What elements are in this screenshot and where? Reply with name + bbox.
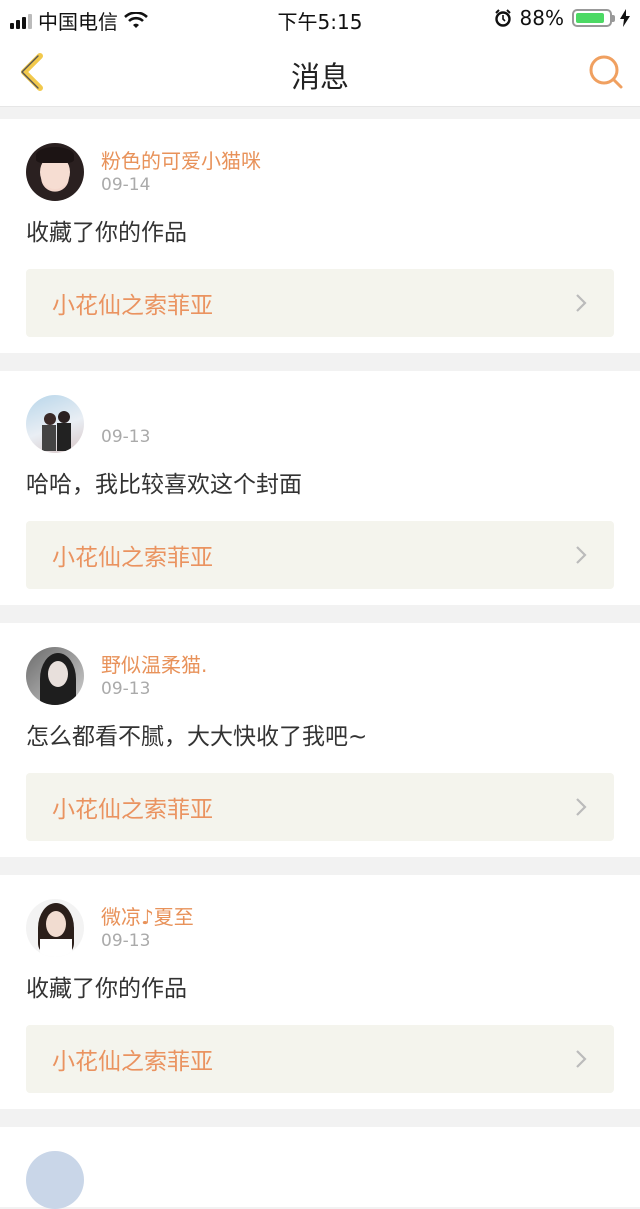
message-date: 09-14 — [101, 175, 151, 195]
status-right: 88% — [494, 6, 630, 30]
alarm-icon — [494, 9, 511, 27]
chevron-right-icon — [576, 546, 587, 564]
page-title: 消息 — [290, 60, 349, 94]
work-title: 小花仙之索菲亚 — [52, 1049, 213, 1075]
message-card-partial — [0, 1127, 640, 1209]
avatar[interactable] — [26, 647, 84, 705]
username[interactable] — [101, 401, 150, 425]
message-card: 野似温柔猫. 09-13 怎么都看不腻，大大快收了我吧~ 小花仙之索菲亚 — [0, 623, 640, 857]
chevron-right-icon — [576, 798, 587, 816]
message-card: 09-13 哈哈，我比较喜欢这个封面 小花仙之索菲亚 — [0, 371, 640, 605]
avatar[interactable] — [26, 143, 84, 201]
avatar[interactable] — [26, 1151, 84, 1209]
message-date: 09-13 — [101, 427, 151, 447]
username[interactable]: 粉色的可爱小猫咪 — [101, 149, 261, 173]
charging-icon — [620, 9, 630, 27]
message-text: 收藏了你的作品 — [26, 976, 187, 1002]
message-date: 09-13 — [101, 931, 151, 951]
status-bar: 中国电信 下午5:15 88% — [0, 0, 640, 36]
work-link[interactable]: 小花仙之索菲亚 — [26, 1025, 614, 1093]
message-text: 怎么都看不腻，大大快收了我吧~ — [26, 724, 368, 750]
work-link[interactable]: 小花仙之索菲亚 — [26, 773, 614, 841]
avatar[interactable] — [26, 395, 84, 453]
message-card: 微凉♪夏至 09-13 收藏了你的作品 小花仙之索菲亚 — [0, 875, 640, 1109]
work-link[interactable]: 小花仙之索菲亚 — [26, 521, 614, 589]
search-icon[interactable] — [586, 52, 626, 92]
battery-icon — [572, 9, 615, 27]
nav-bar: 消息 — [0, 36, 640, 107]
battery-percent: 88% — [519, 6, 564, 30]
username[interactable]: 野似温柔猫. — [101, 653, 207, 677]
work-title: 小花仙之索菲亚 — [52, 545, 213, 571]
battery-fill — [576, 13, 605, 23]
chevron-right-icon — [576, 1050, 587, 1068]
message-list: 粉色的可爱小猫咪 09-14 收藏了你的作品 小花仙之索菲亚 09-13 哈哈，… — [0, 107, 640, 1209]
message-card: 粉色的可爱小猫咪 09-14 收藏了你的作品 小花仙之索菲亚 — [0, 119, 640, 353]
work-title: 小花仙之索菲亚 — [52, 797, 213, 823]
work-link[interactable]: 小花仙之索菲亚 — [26, 269, 614, 337]
avatar[interactable] — [26, 899, 84, 957]
work-title: 小花仙之索菲亚 — [52, 293, 213, 319]
chevron-right-icon — [576, 294, 587, 312]
message-text: 哈哈，我比较喜欢这个封面 — [26, 472, 302, 498]
username[interactable]: 微凉♪夏至 — [101, 905, 194, 929]
message-text: 收藏了你的作品 — [26, 220, 187, 246]
message-date: 09-13 — [101, 679, 151, 699]
